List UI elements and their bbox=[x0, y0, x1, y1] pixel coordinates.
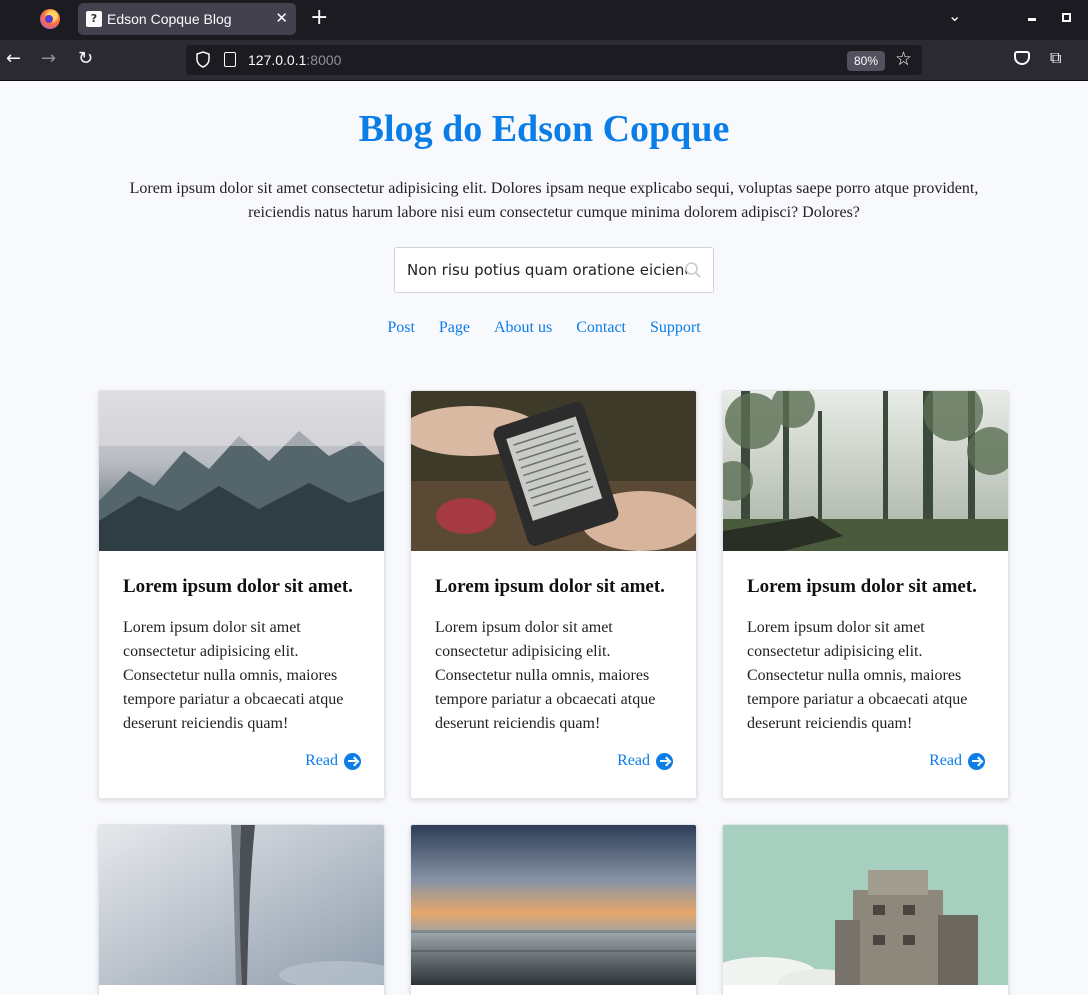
card-text: Lorem ipsum dolor sit amet consectetur a… bbox=[123, 619, 344, 732]
minimize-window-icon[interactable] bbox=[1028, 18, 1036, 21]
read-link[interactable]: Read bbox=[617, 752, 673, 770]
arrow-right-circle-icon bbox=[656, 752, 673, 770]
browser-nav-bar: ← → ↻ 127.0.0.1:8000 80% ☆ ⧉ bbox=[0, 40, 1088, 81]
search-box[interactable] bbox=[394, 247, 714, 293]
new-tab-plus-icon[interactable]: + bbox=[310, 5, 328, 30]
search-icon[interactable] bbox=[684, 261, 702, 279]
read-link[interactable]: Read bbox=[305, 752, 361, 770]
card-image[interactable] bbox=[99, 825, 384, 985]
arrow-right-circle-icon bbox=[968, 752, 985, 770]
read-link[interactable]: Read bbox=[929, 752, 985, 770]
zoom-level-badge[interactable]: 80% bbox=[847, 51, 885, 71]
bookmark-star-icon[interactable]: ☆ bbox=[895, 48, 912, 70]
card-title: Lorem ipsum dolor sit amet. bbox=[435, 576, 665, 597]
arrow-right-circle-icon bbox=[344, 752, 361, 770]
card-image[interactable] bbox=[411, 825, 696, 985]
forward-arrow-icon[interactable]: → bbox=[41, 48, 56, 69]
site-title: Blog do Edson Copque bbox=[358, 108, 730, 150]
post-card bbox=[722, 824, 1009, 995]
address-bar[interactable]: 127.0.0.1:8000 80% ☆ bbox=[186, 45, 922, 75]
card-image[interactable] bbox=[723, 825, 1008, 985]
menu-item-contact[interactable]: Contact bbox=[576, 319, 626, 336]
extensions-puzzle-icon[interactable]: ⧉ bbox=[1050, 48, 1061, 68]
post-card: Lorem ipsum dolor sit amet. Lorem ipsum … bbox=[410, 390, 697, 799]
url-text[interactable]: 127.0.0.1:8000 bbox=[248, 52, 341, 68]
tab-close-icon[interactable]: ✕ bbox=[275, 9, 288, 27]
post-card bbox=[98, 824, 385, 995]
maximize-window-icon[interactable] bbox=[1062, 13, 1071, 22]
site-intro: Lorem ipsum dolor sit amet consectetur a… bbox=[129, 180, 979, 221]
card-text: Lorem ipsum dolor sit amet consectetur a… bbox=[747, 619, 968, 732]
menu-item-post[interactable]: Post bbox=[387, 319, 415, 336]
menu-item-support[interactable]: Support bbox=[650, 319, 701, 336]
browser-tab-bar: ? Edson Copque Blog ✕ + ⌄ bbox=[0, 0, 1088, 40]
browser-tab[interactable]: ? Edson Copque Blog ✕ bbox=[78, 3, 296, 35]
back-arrow-icon[interactable]: ← bbox=[6, 48, 21, 69]
menu-item-about-us[interactable]: About us bbox=[494, 319, 552, 336]
card-image[interactable] bbox=[411, 391, 696, 551]
post-card bbox=[410, 824, 697, 995]
tab-favicon-icon: ? bbox=[86, 11, 102, 27]
post-card: Lorem ipsum dolor sit amet. Lorem ipsum … bbox=[98, 390, 385, 799]
firefox-logo-icon[interactable] bbox=[40, 9, 60, 29]
card-text: Lorem ipsum dolor sit amet consectetur a… bbox=[435, 619, 656, 732]
card-title: Lorem ipsum dolor sit amet. bbox=[747, 576, 977, 597]
main-menu: Post Page About us Contact Support bbox=[0, 319, 1088, 337]
search-input[interactable] bbox=[395, 248, 687, 292]
card-image[interactable] bbox=[723, 391, 1008, 551]
pocket-icon[interactable] bbox=[1014, 51, 1030, 65]
tab-title: Edson Copque Blog bbox=[107, 11, 232, 27]
list-tabs-chevron-icon[interactable]: ⌄ bbox=[948, 6, 961, 25]
tracking-shield-icon[interactable] bbox=[196, 51, 210, 68]
page-info-icon[interactable] bbox=[224, 52, 236, 67]
card-image[interactable] bbox=[99, 391, 384, 551]
page-content: Blog do Edson Copque Lorem ipsum dolor s… bbox=[0, 81, 1088, 995]
post-card: Lorem ipsum dolor sit amet. Lorem ipsum … bbox=[722, 390, 1009, 799]
menu-item-page[interactable]: Page bbox=[439, 319, 470, 336]
reload-icon[interactable]: ↻ bbox=[78, 48, 93, 69]
card-title: Lorem ipsum dolor sit amet. bbox=[123, 576, 353, 597]
